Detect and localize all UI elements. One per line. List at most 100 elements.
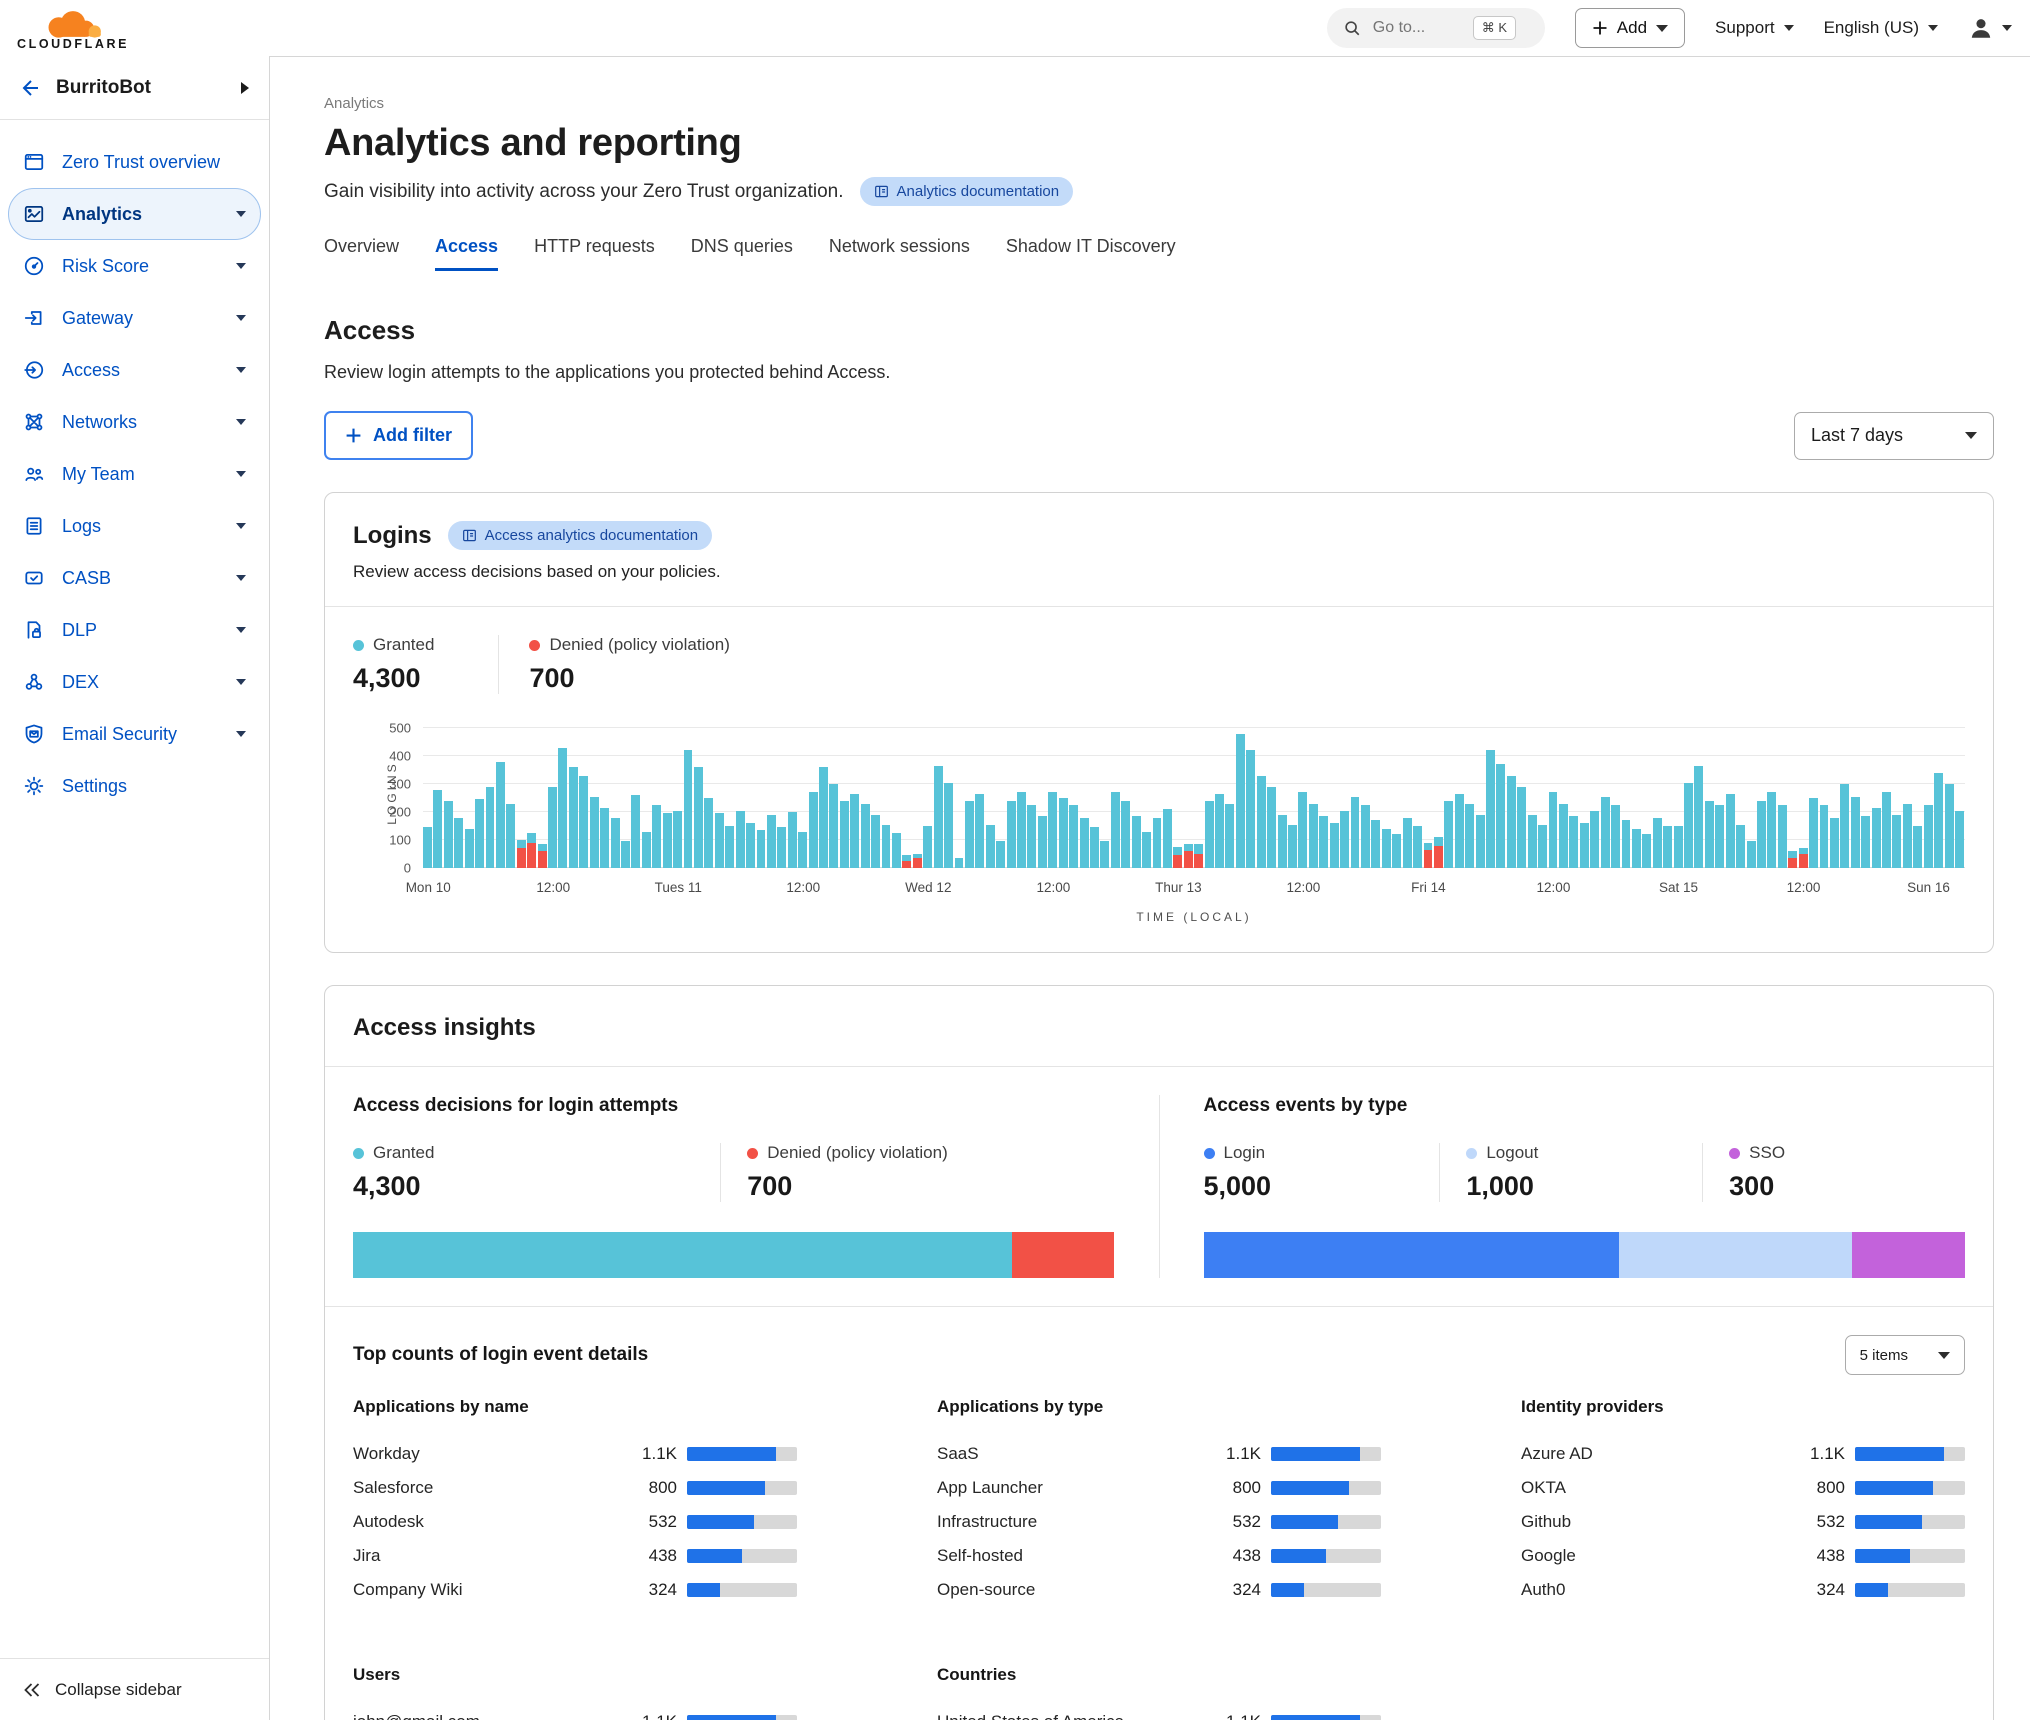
list-item-label: Self-hosted xyxy=(937,1546,1209,1566)
access-analytics-documentation-badge[interactable]: Access analytics documentation xyxy=(448,521,712,550)
tab-shadow-it-discovery[interactable]: Shadow IT Discovery xyxy=(1006,236,1176,271)
support-menu[interactable]: Support xyxy=(1715,18,1794,38)
chart-bar xyxy=(1517,728,1526,868)
chevron-down-icon xyxy=(236,263,246,269)
list-item-value: 532 xyxy=(625,1512,677,1532)
sidebar-item-casb[interactable]: CASB xyxy=(8,552,261,604)
analytics-documentation-badge[interactable]: Analytics documentation xyxy=(860,177,1074,206)
user-account-menu[interactable] xyxy=(1968,15,2012,41)
list-item-bar xyxy=(1271,1583,1381,1597)
page-subtitle: Gain visibility into activity across you… xyxy=(324,181,844,203)
chart-bar xyxy=(475,728,484,868)
chart-bar xyxy=(1007,728,1016,868)
sidebar-item-my-team[interactable]: My Team xyxy=(8,448,261,500)
sidebar-item-gateway[interactable]: Gateway xyxy=(8,292,261,344)
insight-legend: Login5,000Logout1,000SSO300 xyxy=(1204,1143,1966,1202)
tab-overview[interactable]: Overview xyxy=(324,236,399,271)
chart-bar xyxy=(975,728,984,868)
cloudflare-wordmark: CLOUDFLARE xyxy=(17,37,129,51)
chevron-down-icon xyxy=(236,471,246,477)
sidebar-item-dex[interactable]: DEX xyxy=(8,656,261,708)
chart-bar xyxy=(1476,728,1485,868)
sidebar-item-settings[interactable]: Settings xyxy=(8,760,261,812)
legend-value: 300 xyxy=(1729,1171,1965,1202)
caret-down-icon xyxy=(1965,432,1977,439)
chart-bar xyxy=(1319,728,1328,868)
chart-bar xyxy=(902,728,911,868)
time-range-select[interactable]: Last 7 days xyxy=(1794,412,1994,460)
chart-bar xyxy=(433,728,442,868)
chart-bar xyxy=(663,728,672,868)
chart-bars xyxy=(423,728,1965,868)
chart-bar xyxy=(1590,728,1599,868)
chart-bar xyxy=(1569,728,1578,868)
sidebar-item-access[interactable]: Access xyxy=(8,344,261,396)
chart-bar xyxy=(1111,728,1120,868)
chart-bar xyxy=(1622,728,1631,868)
list-item-bar xyxy=(1855,1481,1965,1495)
list-item-value: 1.1K xyxy=(1793,1444,1845,1464)
search-input[interactable] xyxy=(1371,18,1463,38)
sidebar-item-analytics[interactable]: Analytics xyxy=(8,188,261,240)
sidebar-item-label: Gateway xyxy=(62,308,133,329)
chart-bar xyxy=(1455,728,1464,868)
list-item-value: 532 xyxy=(1209,1512,1261,1532)
insight-legend: Granted4,300Denied (policy violation)700 xyxy=(353,1143,1115,1202)
list-item: App Launcher800 xyxy=(937,1471,1381,1505)
list-item-bar xyxy=(1855,1583,1965,1597)
book-icon xyxy=(874,184,889,199)
legend-sso: SSO300 xyxy=(1702,1143,1965,1202)
sidebar-item-networks[interactable]: Networks xyxy=(8,396,261,448)
sidebar-item-email-security[interactable]: Email Security xyxy=(8,708,261,760)
list-item-value: 800 xyxy=(625,1478,677,1498)
sidebar-item-logs[interactable]: Logs xyxy=(8,500,261,552)
sidebar-item-label: Zero Trust overview xyxy=(62,152,220,173)
book-icon xyxy=(462,528,477,543)
top-counts-applications-by-name: Applications by nameWorkday1.1KSalesforc… xyxy=(353,1397,797,1607)
x-tick-label: 12:00 xyxy=(786,880,820,895)
items-count-select[interactable]: 5 items xyxy=(1845,1335,1965,1375)
y-tick-label: 400 xyxy=(389,749,411,764)
list-item-bar-fill xyxy=(687,1481,765,1495)
legend-dot xyxy=(1729,1148,1740,1159)
sidebar-item-dlp[interactable]: DLP xyxy=(8,604,261,656)
chevron-down-icon xyxy=(236,523,246,529)
chart-bar xyxy=(1715,728,1724,868)
list-item-bar xyxy=(687,1583,797,1597)
tab-network-sessions[interactable]: Network sessions xyxy=(829,236,970,271)
chart-bar xyxy=(527,728,536,868)
sidebar-item-risk-score[interactable]: Risk Score xyxy=(8,240,261,292)
list-item-bar xyxy=(687,1515,797,1529)
list-item: SaaS1.1K xyxy=(937,1437,1381,1471)
global-search[interactable]: ⌘ K xyxy=(1327,8,1545,48)
chart-bar xyxy=(600,728,609,868)
sidebar-item-zero-trust-overview[interactable]: Zero Trust overview xyxy=(8,136,261,188)
chart-bar xyxy=(454,728,463,868)
chart-bar xyxy=(1945,728,1954,868)
list-item-value: 438 xyxy=(1793,1546,1845,1566)
dex-icon xyxy=(23,671,45,693)
sidebar-item-label: DEX xyxy=(62,672,99,693)
tab-dns-queries[interactable]: DNS queries xyxy=(691,236,793,271)
chart-bar xyxy=(496,728,505,868)
chart-bar xyxy=(1924,728,1933,868)
collapse-sidebar-button[interactable]: Collapse sidebar xyxy=(0,1658,269,1720)
list-item-label: Salesforce xyxy=(353,1478,625,1498)
language-menu[interactable]: English (US) xyxy=(1824,18,1938,38)
list-item-label: Company Wiki xyxy=(353,1580,625,1600)
account-header[interactable]: BurritoBot xyxy=(0,56,269,120)
chart-bar xyxy=(1788,728,1797,868)
back-arrow-icon[interactable] xyxy=(20,77,42,99)
add-filter-button[interactable]: Add filter xyxy=(324,411,473,460)
tab-access[interactable]: Access xyxy=(435,236,498,271)
chart-bar xyxy=(1955,728,1964,868)
tab-http-requests[interactable]: HTTP requests xyxy=(534,236,655,271)
list-item-value: 800 xyxy=(1793,1478,1845,1498)
list-item-bar xyxy=(687,1447,797,1461)
chart-bar xyxy=(558,728,567,868)
list-item-value: 324 xyxy=(1793,1580,1845,1600)
chevron-right-icon[interactable] xyxy=(241,82,249,94)
add-button[interactable]: Add xyxy=(1575,8,1685,48)
sidebar-item-label: Analytics xyxy=(62,204,142,225)
chart-bar xyxy=(1278,728,1287,868)
